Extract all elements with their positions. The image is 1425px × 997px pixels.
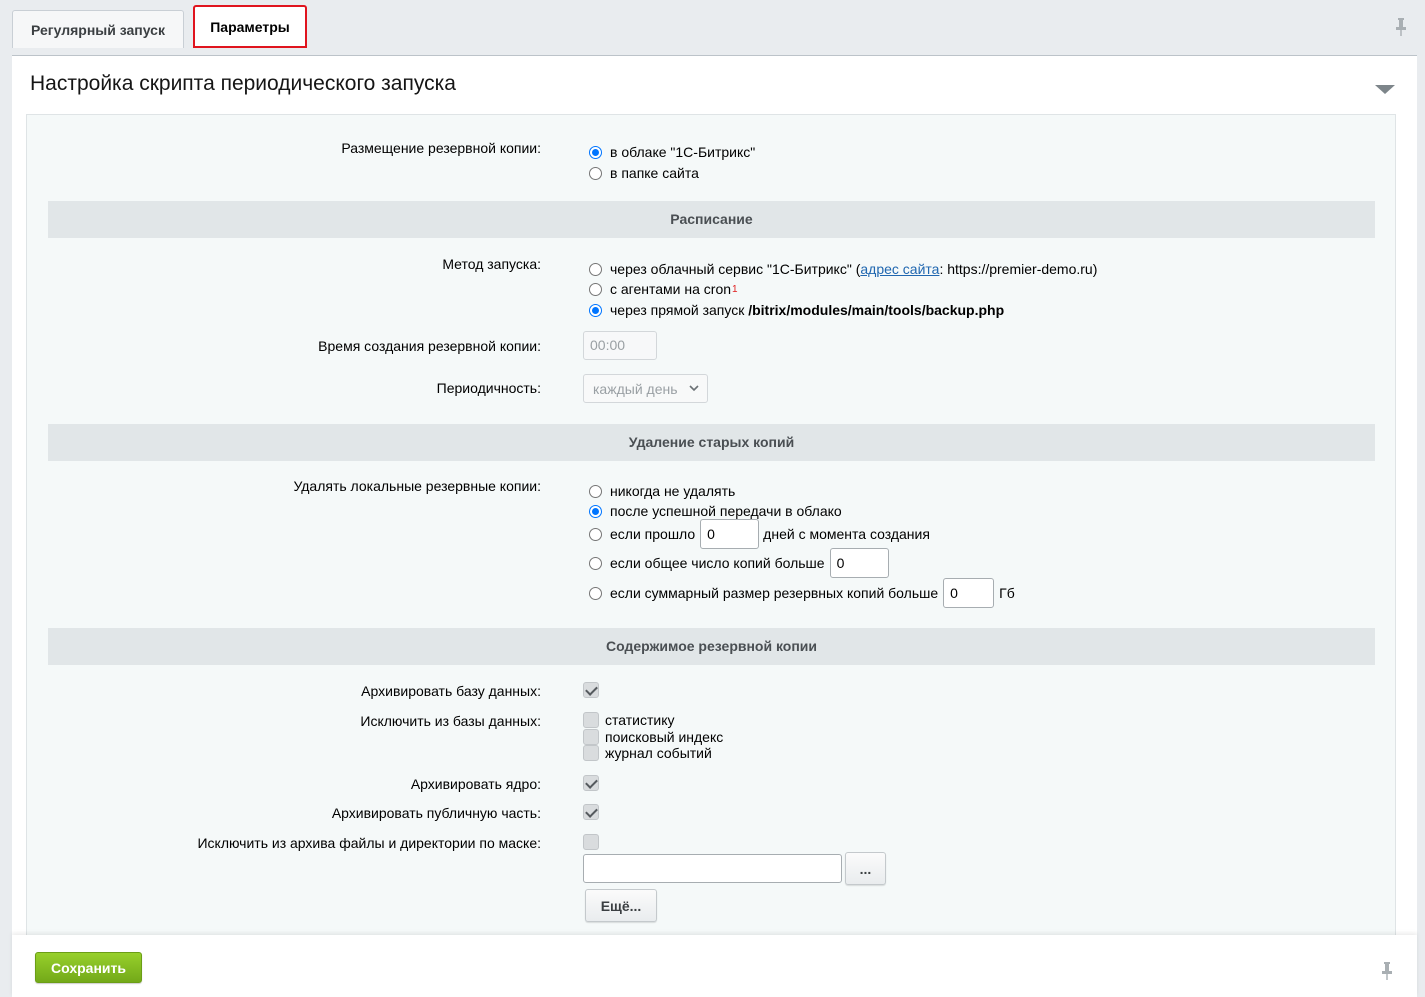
exclude-search-index-option[interactable]: поисковый индекс xyxy=(583,729,723,745)
method-cloud-option[interactable]: через облачный сервис "1С-Битрикс" (адре… xyxy=(589,261,1097,277)
delete-after-upload-radio[interactable] xyxy=(589,504,602,518)
placement-label: Размещение резервной копии: xyxy=(341,140,541,156)
delete-by-days-radio[interactable] xyxy=(589,527,602,541)
method-label: Метод запуска: xyxy=(442,256,541,272)
exclude-statistics-checkbox[interactable] xyxy=(583,712,599,728)
exclude-db-label: Исключить из базы данных: xyxy=(360,713,541,729)
delete-by-days-option[interactable]: если прошло 0 дней с момента создания xyxy=(589,519,930,549)
mask-input[interactable] xyxy=(583,854,842,883)
exclude-search-index-checkbox[interactable] xyxy=(583,729,599,745)
archive-db-checkbox[interactable] xyxy=(583,682,599,698)
placement-site-radio[interactable] xyxy=(589,166,602,180)
exclude-event-log-option[interactable]: журнал событий xyxy=(583,745,712,761)
section-deletion: Удаление старых копий xyxy=(48,424,1375,461)
backup-script-path: /bitrix/modules/main/tools/backup.php xyxy=(748,302,1005,318)
placement-cloud-option[interactable]: в облаке "1С-Битрикс" xyxy=(589,144,755,160)
delete-never-option[interactable]: никогда не удалять xyxy=(589,483,735,499)
tab-parameters[interactable]: Параметры xyxy=(193,5,307,48)
browse-button[interactable]: ... xyxy=(845,852,886,885)
section-schedule: Расписание xyxy=(48,201,1375,238)
count-input[interactable]: 0 xyxy=(829,548,889,578)
method-cloud-radio[interactable] xyxy=(589,262,602,276)
save-button[interactable]: Сохранить xyxy=(35,952,142,983)
archive-db-label: Архивировать базу данных: xyxy=(361,683,541,699)
exclude-mask-checkbox[interactable] xyxy=(583,834,599,850)
section-content: Содержимое резервной копии xyxy=(48,628,1375,665)
panel-title: Настройка скрипта периодического запуска xyxy=(30,72,456,95)
delete-by-count-option[interactable]: если общее число копий больше 0 xyxy=(589,548,889,578)
method-cron-radio[interactable] xyxy=(589,282,602,296)
more-button[interactable]: Ещё... xyxy=(585,889,657,922)
size-input[interactable]: 0 xyxy=(943,578,995,608)
settings-panel: Настройка скрипта периодического запуска… xyxy=(12,55,1417,936)
period-select[interactable]: каждый день xyxy=(583,374,708,403)
footnote-marker: 1 xyxy=(732,283,738,295)
time-input[interactable]: 00:00 xyxy=(583,331,657,360)
tab-regular-launch[interactable]: Регулярный запуск xyxy=(12,10,184,48)
exclude-statistics-option[interactable]: статистику xyxy=(583,712,674,728)
days-input[interactable]: 0 xyxy=(700,519,760,549)
pin-icon[interactable] xyxy=(1381,962,1393,983)
delete-never-radio[interactable] xyxy=(589,484,602,498)
archive-public-checkbox[interactable] xyxy=(583,804,599,820)
archive-core-label: Архивировать ядро: xyxy=(410,776,541,792)
delete-by-size-option[interactable]: если суммарный размер резервных копий бо… xyxy=(589,578,1015,608)
exclude-event-log-checkbox[interactable] xyxy=(583,745,599,761)
pin-icon[interactable] xyxy=(1395,18,1407,39)
delete-local-label: Удалять локальные резервные копии: xyxy=(293,478,541,494)
settings-form: Размещение резервной копии: в облаке "1С… xyxy=(26,114,1396,936)
placement-cloud-radio[interactable] xyxy=(589,145,602,159)
time-label: Время создания резервной копии: xyxy=(318,338,541,354)
archive-core-checkbox[interactable] xyxy=(583,775,599,791)
period-label: Периодичность: xyxy=(436,380,541,396)
delete-after-upload-option[interactable]: после успешной передачи в облако xyxy=(589,503,842,519)
method-direct-radio[interactable] xyxy=(589,303,602,317)
chevron-down-icon[interactable] xyxy=(1375,82,1395,98)
delete-by-count-radio[interactable] xyxy=(589,556,602,570)
exclude-mask-label: Исключить из архива файлы и директории п… xyxy=(197,835,541,851)
delete-by-size-radio[interactable] xyxy=(589,586,602,600)
site-address-link[interactable]: адрес сайта xyxy=(860,261,939,277)
method-direct-option[interactable]: через прямой запуск /bitrix/modules/main… xyxy=(589,302,1004,318)
chevron-down-icon xyxy=(689,385,699,392)
placement-site-option[interactable]: в папке сайта xyxy=(589,165,699,181)
method-cron-option[interactable]: с агентами на cron 1 xyxy=(589,281,738,297)
archive-public-label: Архивировать публичную часть: xyxy=(331,805,541,821)
bottom-toolbar: Сохранить xyxy=(12,935,1417,997)
